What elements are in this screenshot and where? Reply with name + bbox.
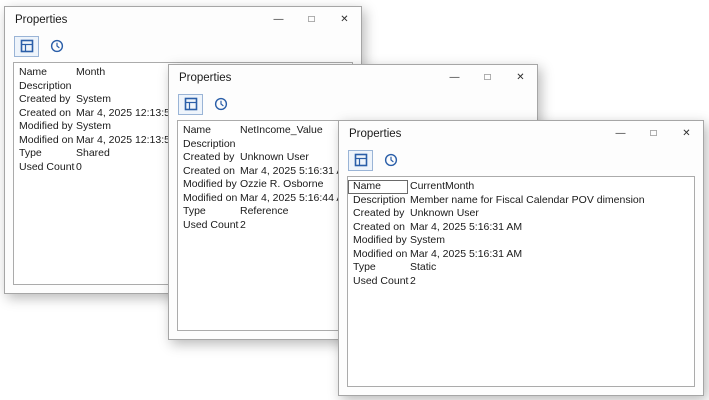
close-button[interactable]: ✕ <box>328 7 361 32</box>
property-label[interactable]: Name <box>178 124 238 138</box>
titlebar[interactable]: Properties — □ ✕ <box>169 65 537 90</box>
property-label[interactable]: Modified on <box>14 134 74 148</box>
property-value[interactable]: Mar 4, 2025 5:16:31 AM <box>408 248 694 262</box>
clock-icon <box>214 97 228 111</box>
clock-icon <box>50 39 64 53</box>
minimize-button[interactable]: — <box>604 121 637 146</box>
property-label[interactable]: Description <box>14 80 74 94</box>
minimize-button[interactable]: — <box>262 7 295 32</box>
close-button[interactable]: ✕ <box>504 65 537 90</box>
property-row: Modified by System <box>348 234 694 248</box>
property-label[interactable]: Used Count <box>178 219 238 233</box>
property-label[interactable]: Name <box>14 66 74 80</box>
history-button[interactable] <box>208 94 233 115</box>
property-row: Modified on Mar 4, 2025 5:16:31 AM <box>348 248 694 262</box>
window-controls: — □ ✕ <box>438 65 537 90</box>
property-label[interactable]: Modified by <box>14 120 74 134</box>
property-row: Name CurrentMonth <box>348 180 694 194</box>
property-row: Created by Unknown User <box>348 207 694 221</box>
property-row: Used Count 2 <box>348 275 694 289</box>
property-value[interactable]: Member name for Fiscal Calendar POV dime… <box>408 194 694 208</box>
titlebar[interactable]: Properties — □ ✕ <box>339 121 703 146</box>
property-value[interactable]: Mar 4, 2025 5:16:31 AM <box>408 221 694 235</box>
property-label[interactable]: Modified on <box>178 192 238 206</box>
window-controls: — □ ✕ <box>262 7 361 32</box>
property-label[interactable]: Created by <box>14 93 74 107</box>
property-row: Type Static <box>348 261 694 275</box>
window-title: Properties <box>5 14 262 26</box>
history-button[interactable] <box>44 36 69 57</box>
property-label[interactable]: Created by <box>178 151 238 165</box>
clock-icon <box>384 153 398 167</box>
property-label[interactable]: Created on <box>178 165 238 179</box>
property-label[interactable]: Type <box>348 261 408 275</box>
window-controls: — □ ✕ <box>604 121 703 146</box>
close-button[interactable]: ✕ <box>670 121 703 146</box>
property-label[interactable]: Modified by <box>178 178 238 192</box>
property-label[interactable]: Description <box>348 194 408 208</box>
toolbar <box>5 32 361 60</box>
property-label[interactable]: Name <box>348 180 408 194</box>
window-title: Properties <box>339 128 604 140</box>
property-label[interactable]: Created by <box>348 207 408 221</box>
maximize-button[interactable]: □ <box>295 7 328 32</box>
table-icon <box>20 39 34 53</box>
properties-view-button[interactable] <box>178 94 203 115</box>
property-value[interactable]: System <box>408 234 694 248</box>
properties-window-3: Properties — □ ✕ <box>338 120 704 396</box>
property-label[interactable]: Description <box>178 138 238 152</box>
property-label[interactable]: Type <box>178 205 238 219</box>
property-value[interactable]: Unknown User <box>408 207 694 221</box>
property-label[interactable]: Created on <box>348 221 408 235</box>
properties-panel: Name CurrentMonth Description Member nam… <box>347 176 695 387</box>
properties-grid: Name CurrentMonth Description Member nam… <box>348 180 694 288</box>
property-row: Description Member name for Fiscal Calen… <box>348 194 694 208</box>
toolbar <box>339 146 703 174</box>
property-row: Created on Mar 4, 2025 5:16:31 AM <box>348 221 694 235</box>
maximize-button[interactable]: □ <box>637 121 670 146</box>
desktop: Properties — □ ✕ <box>0 0 709 400</box>
history-button[interactable] <box>378 150 403 171</box>
titlebar[interactable]: Properties — □ ✕ <box>5 7 361 32</box>
property-label[interactable]: Modified by <box>348 234 408 248</box>
properties-view-button[interactable] <box>348 150 373 171</box>
property-label[interactable]: Used Count <box>348 275 408 289</box>
maximize-button[interactable]: □ <box>471 65 504 90</box>
minimize-button[interactable]: — <box>438 65 471 90</box>
toolbar <box>169 90 537 118</box>
property-label[interactable]: Modified on <box>348 248 408 262</box>
property-label[interactable]: Type <box>14 147 74 161</box>
property-value[interactable]: CurrentMonth <box>408 180 694 194</box>
property-value[interactable]: 2 <box>408 275 694 289</box>
window-title: Properties <box>169 72 438 84</box>
properties-view-button[interactable] <box>14 36 39 57</box>
property-label[interactable]: Created on <box>14 107 74 121</box>
property-label[interactable]: Used Count <box>14 161 74 175</box>
table-icon <box>184 97 198 111</box>
property-value[interactable]: Static <box>408 261 694 275</box>
table-icon <box>354 153 368 167</box>
